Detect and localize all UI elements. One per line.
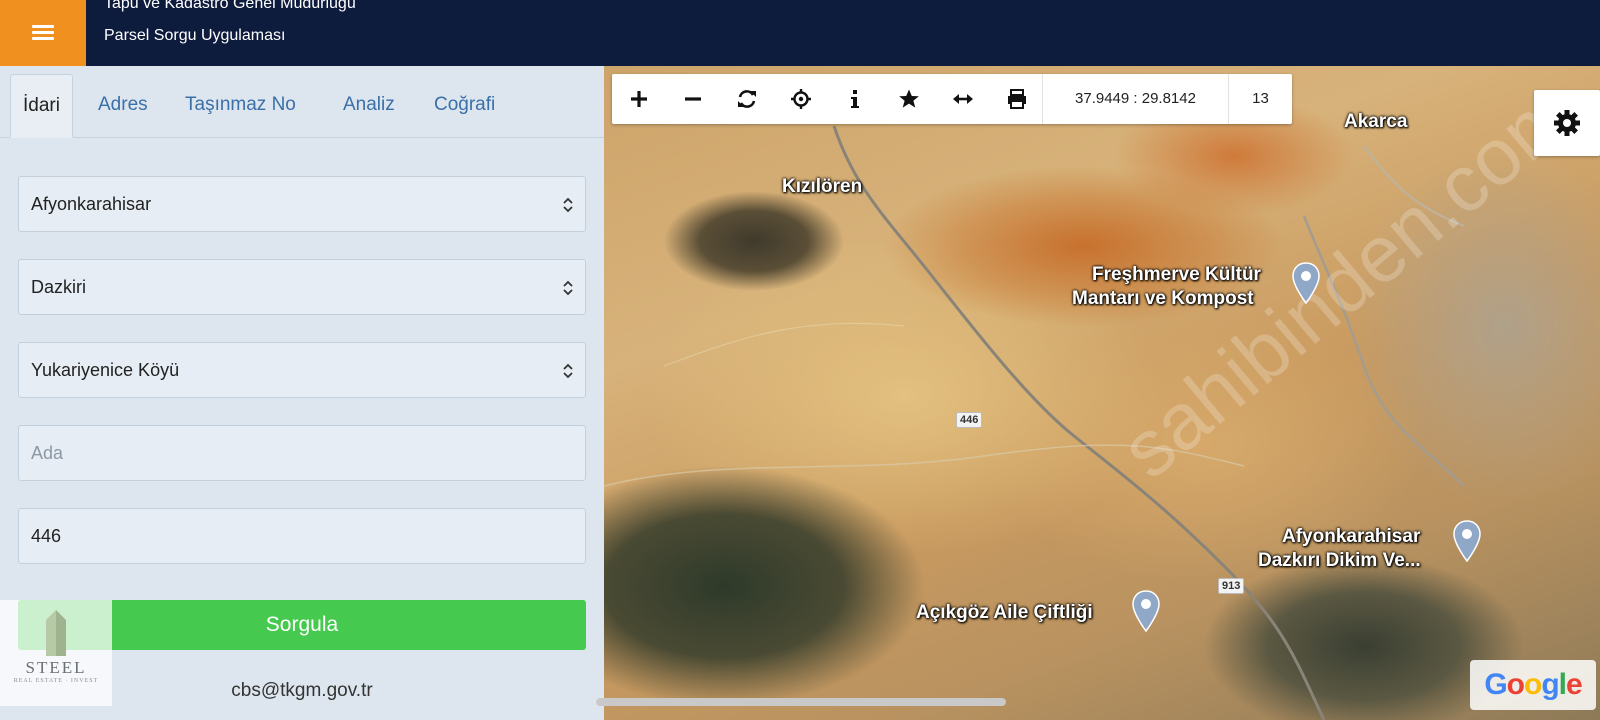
map-pin-icon[interactable] — [1452, 520, 1482, 562]
place-label-kiziloren: Kızılören — [782, 176, 863, 197]
poi-label-freshmerve-line2: Mantarı ve Kompost — [1072, 288, 1254, 309]
neighborhood-select[interactable]: Yukariyenice Köyü — [18, 342, 586, 398]
map-pin-icon[interactable] — [1291, 262, 1321, 304]
logo-tagline: REAL ESTATE · INVEST — [13, 678, 99, 684]
settings-button[interactable] — [1534, 90, 1600, 156]
tab-bar: İdari Adres Taşınmaz No Analiz Coğrafi — [0, 66, 604, 138]
locate-icon — [791, 89, 811, 109]
poi-label-acikgoz: Açıkgöz Aile Çiftliği — [916, 602, 1093, 623]
steel-logo: STEEL REAL ESTATE · INVEST — [0, 600, 112, 706]
map-toolbar: 37.9449 : 29.8142 13 — [612, 74, 1292, 124]
poi-label-dikim-line1: Afyonkarahisar — [1282, 526, 1421, 547]
locate-button[interactable] — [774, 74, 828, 124]
app-header: Tapu ve Kadastro Genel Müdürlüğü Parsel … — [0, 0, 1600, 66]
zoom-out-button[interactable] — [666, 74, 720, 124]
info-button[interactable] — [828, 74, 882, 124]
poi-label-dikim-line2: Dazkırı Dikim Ve... — [1258, 550, 1421, 571]
province-value: Afyonkarahisar — [31, 194, 152, 214]
favorite-icon — [899, 89, 919, 108]
ada-field[interactable] — [18, 425, 586, 481]
tab-analiz[interactable]: Analiz — [331, 74, 407, 138]
refresh-icon — [738, 90, 756, 108]
horizontal-scrollbar[interactable] — [596, 698, 1006, 706]
tab-idari[interactable]: İdari — [10, 74, 73, 138]
map-pin-icon[interactable] — [1131, 590, 1161, 632]
hamburger-icon — [32, 25, 54, 41]
poi-label-freshmerve-line1: Freşhmerve Kültür — [1092, 264, 1261, 285]
print-icon — [1008, 89, 1026, 109]
road-number-446: 446 — [956, 412, 983, 428]
gear-icon — [1554, 110, 1580, 136]
google-attribution: Google — [1470, 660, 1596, 710]
favorite-button[interactable] — [882, 74, 936, 124]
neighborhood-value: Yukariyenice Köyü — [31, 360, 180, 380]
coordinate-readout: 37.9449 : 29.8142 — [1042, 74, 1228, 124]
select-caret-icon — [563, 197, 573, 213]
info-icon — [851, 90, 859, 108]
measure-button[interactable] — [936, 74, 990, 124]
app-title: Tapu ve Kadastro Genel Müdürlüğü — [104, 0, 356, 12]
zoom-in-icon — [631, 91, 647, 107]
app-subtitle: Parsel Sorgu Uygulaması — [104, 27, 286, 44]
road-number-913: 913 — [1218, 578, 1245, 594]
province-select[interactable]: Afyonkarahisar — [18, 176, 586, 232]
zoom-in-button[interactable] — [612, 74, 666, 124]
menu-button[interactable] — [0, 0, 86, 66]
roads-layer — [604, 125, 1465, 720]
place-label-akarca: Akarca — [1344, 111, 1408, 132]
select-caret-icon — [563, 363, 573, 379]
zoom-level-readout: 13 — [1228, 74, 1292, 124]
building-logo-icon — [46, 610, 66, 656]
ada-input[interactable] — [21, 426, 585, 481]
parsel-value: 446 — [31, 526, 62, 546]
district-value: Dazkiri — [31, 277, 87, 297]
tab-cografi[interactable]: Coğrafi — [422, 74, 507, 138]
tab-adres[interactable]: Adres — [86, 74, 160, 138]
refresh-button[interactable] — [720, 74, 774, 124]
logo-name: STEEL — [25, 658, 87, 677]
satellite-map[interactable]: sahibinden.com 37.9449 : 29.8142 13 Kızı… — [604, 66, 1600, 720]
measure-icon — [953, 94, 973, 104]
tab-tasinmaz-no[interactable]: Taşınmaz No — [173, 74, 308, 138]
district-select[interactable]: Dazkiri — [18, 259, 586, 315]
parsel-field[interactable]: 446 — [18, 508, 586, 564]
print-button[interactable] — [990, 74, 1044, 124]
zoom-out-icon — [685, 97, 701, 101]
select-caret-icon — [563, 280, 573, 296]
